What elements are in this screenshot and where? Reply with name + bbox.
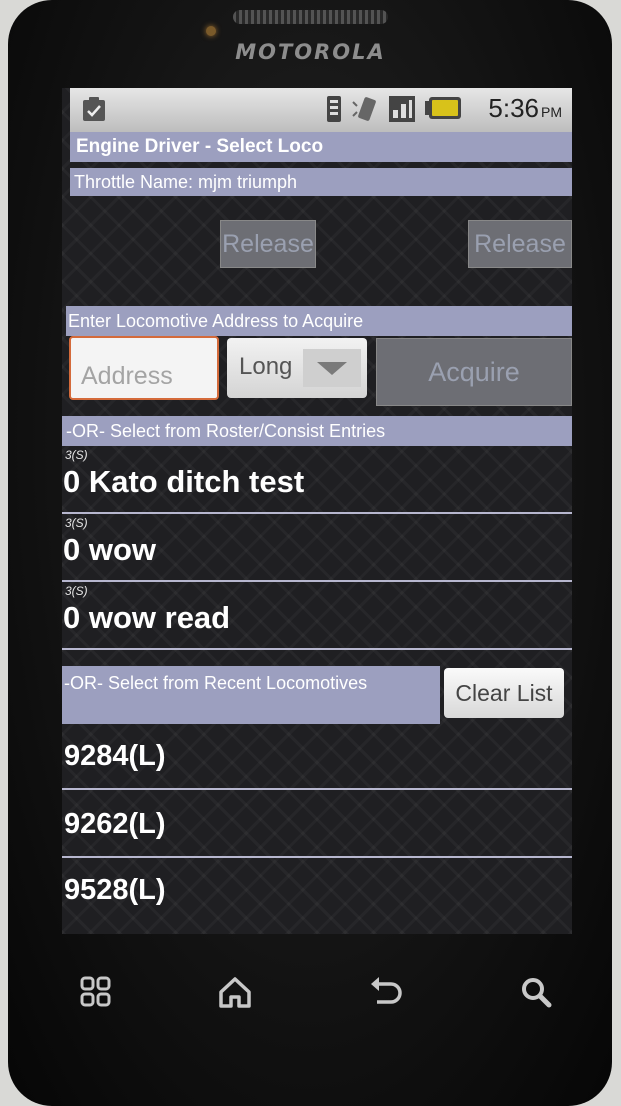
screen: 5:36 PM Engine Driver - Select Loco Throt… (62, 88, 572, 934)
status-icons (327, 96, 461, 122)
proximity-sensor (206, 26, 216, 36)
address-type-select[interactable]: Long (227, 338, 367, 398)
search-icon[interactable] (516, 972, 556, 1012)
brand-logo: MOTOROLA (235, 40, 386, 64)
time-ampm: PM (541, 104, 562, 120)
roster-item-name: 0 wow read (63, 600, 231, 635)
battery-icon (425, 97, 461, 119)
release-button-2[interactable]: Release (468, 220, 572, 268)
recent-item[interactable]: 9262(L) (62, 792, 572, 858)
network-icon (389, 96, 415, 122)
home-icon[interactable] (215, 972, 255, 1012)
status-time: 5:36 PM (488, 93, 562, 124)
app-title: Engine Driver - Select Loco (70, 132, 572, 162)
roster-item-name: 0 wow (63, 532, 157, 567)
roster-header: -OR- Select from Roster/Consist Entries (62, 416, 572, 446)
acquire-button[interactable]: Acquire (376, 338, 572, 406)
recent-item[interactable]: 9284(L) (62, 724, 572, 790)
clipboard-icon (83, 97, 105, 121)
time-value: 5:36 (488, 93, 539, 123)
roster-item-address: 3(S) (65, 584, 88, 598)
clear-list-button[interactable]: Clear List (444, 668, 564, 718)
roster-item-address: 3(S) (65, 448, 88, 462)
enter-address-label: Enter Locomotive Address to Acquire (66, 306, 572, 336)
throttle-name: Throttle Name: mjm triumph (70, 168, 572, 196)
menu-icon[interactable] (76, 972, 116, 1012)
softkey-bar (0, 950, 621, 1040)
roster-item-address: 3(S) (65, 516, 88, 530)
release-button-1[interactable]: Release (220, 220, 316, 268)
back-icon[interactable] (365, 972, 405, 1012)
chevron-down-icon (303, 349, 361, 387)
address-input[interactable] (69, 336, 219, 400)
vibrate-icon (352, 97, 376, 121)
roster-item[interactable]: 3(S) 0 wow (62, 516, 572, 582)
recent-header: -OR- Select from Recent Locomotives (62, 666, 440, 724)
address-type-value: Long (239, 353, 293, 380)
earpiece-grille (233, 10, 388, 24)
roster-item[interactable]: 3(S) 0 wow read (62, 584, 572, 650)
status-bar: 5:36 PM (70, 88, 572, 132)
roster-item-name: 0 Kato ditch test (63, 464, 305, 499)
roster-item[interactable]: 3(S) 0 Kato ditch test (62, 448, 572, 514)
signal-icon (327, 96, 341, 122)
recent-item[interactable]: 9528(L) (62, 858, 572, 924)
